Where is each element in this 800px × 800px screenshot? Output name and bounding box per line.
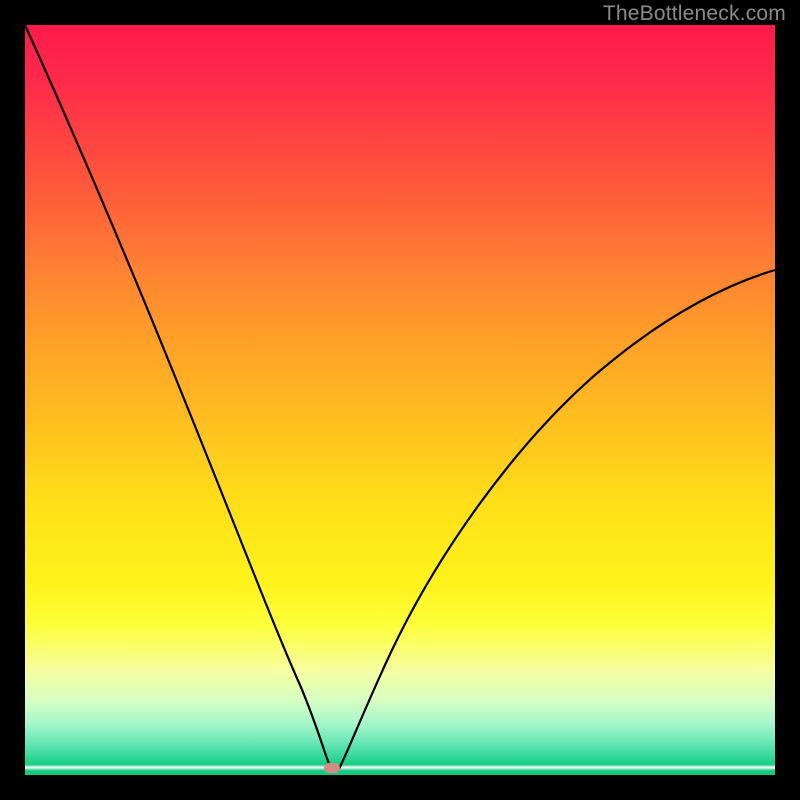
- chart-area: [25, 25, 775, 775]
- minimum-marker: [324, 763, 340, 773]
- bottleneck-curve: [25, 25, 775, 775]
- watermark-text: TheBottleneck.com: [603, 2, 786, 26]
- curve-right-branch: [339, 270, 775, 769]
- curve-left-branch: [25, 25, 331, 769]
